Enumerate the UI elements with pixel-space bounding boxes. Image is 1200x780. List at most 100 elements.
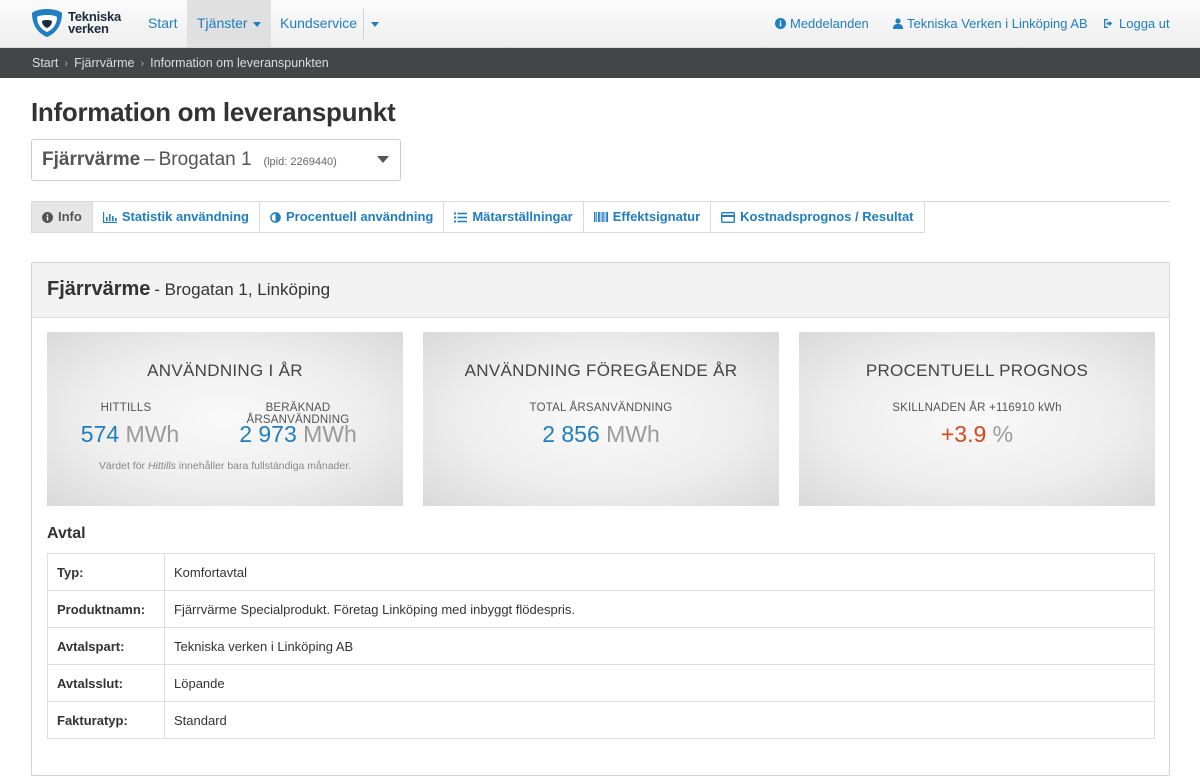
breadcrumb-start[interactable]: Start <box>32 56 58 70</box>
delivery-point-panel: Fjärrvärme - Brogatan 1, Linköping ANVÄN… <box>31 262 1170 776</box>
tab-bar: Info Statistik användning Procentuell an… <box>31 201 925 233</box>
stat-number: +3.9 <box>940 421 987 447</box>
tab-percentage-usage-label: Procentuell användning <box>285 209 434 224</box>
nav-start[interactable]: Start <box>148 0 178 47</box>
contract-table: Typ: Komfortavtal Produktnamn: Fjärrvärm… <box>47 553 1155 739</box>
nav-logout-label: Logga ut <box>1119 16 1170 31</box>
contract-key: Avtalsslut: <box>47 664 165 702</box>
nav-messages[interactable]: Meddelanden <box>775 0 869 47</box>
stat-value-estimated: 2 973 MWh <box>213 421 383 448</box>
logout-icon <box>1104 19 1113 28</box>
list-icon <box>454 212 468 222</box>
brand-logo[interactable]: Tekniska verken <box>31 8 121 38</box>
chevron-down-icon <box>252 21 261 27</box>
contract-value: Komfortavtal <box>164 553 1155 591</box>
stat-number: 2 973 <box>239 421 297 447</box>
half-circle-icon <box>270 211 281 223</box>
brand-wordmark: Tekniska verken <box>68 10 121 36</box>
contract-key: Fakturatyp: <box>47 701 165 739</box>
select-id: (lpid: 2269440) <box>263 156 337 168</box>
tab-info[interactable]: Info <box>31 201 93 233</box>
contract-value: Tekniska verken i Linköping AB <box>164 627 1155 665</box>
nav-account-label: Tekniska Verken i Linköping AB <box>907 16 1088 31</box>
stat-number: 2 856 <box>542 421 600 447</box>
contract-key: Produktnamn: <box>47 590 165 628</box>
stat-title: ANVÄNDNING I ÅR <box>147 361 303 380</box>
contract-value: Löpande <box>164 664 1155 702</box>
stat-unit: MWh <box>606 421 660 447</box>
tab-meter-readings[interactable]: Mätarställningar <box>444 201 584 233</box>
table-row: Typ: Komfortavtal <box>47 553 1155 591</box>
note-prefix: Värdet för <box>98 460 146 472</box>
delivery-point-select[interactable]: Fjärrvärme – Brogatan 1 (lpid: 2269440) <box>31 139 401 181</box>
table-row: Produktnamn: Fjärrvärme Specialprodukt. … <box>47 590 1155 628</box>
select-dash: – <box>144 149 155 170</box>
stat-usage-previous-year: ANVÄNDNING FÖREGÅENDE ÅR TOTAL ÅRSANVÄND… <box>423 332 779 506</box>
stat-unit: MWh <box>303 421 357 447</box>
chevron-down-icon <box>371 21 379 27</box>
nav-account[interactable]: Tekniska Verken i Linköping AB <box>893 0 1088 47</box>
breadcrumb-separator: › <box>64 58 69 70</box>
nav-customer-service-dropdown[interactable] <box>366 0 384 47</box>
stat-percentage-forecast: PROCENTUELL PROGNOS SKILLNADEN ÅR +11691… <box>799 332 1155 506</box>
contract-value: Fjärrvärme Specialprodukt. Företag Linkö… <box>164 590 1155 628</box>
nav-services-label: Tjänster <box>197 15 248 31</box>
nav-divider <box>363 9 364 39</box>
nav-customer-service[interactable]: Kundservice <box>280 0 357 47</box>
contract-heading: Avtal <box>47 525 86 542</box>
brand-line-2: verken <box>68 21 109 36</box>
stat-title: PROCENTUELL PROGNOS <box>865 361 1089 380</box>
stat-number: 574 <box>80 421 120 447</box>
tab-usage-statistics-label: Statistik användning <box>121 209 249 224</box>
panel-header: Fjärrvärme - Brogatan 1, Linköping <box>32 263 1169 318</box>
stat-value-forecast: +3.9 % <box>799 421 1155 448</box>
user-icon <box>893 18 903 29</box>
nav-services[interactable]: Tjänster <box>187 0 271 47</box>
contract-value: Standard <box>164 701 1155 739</box>
panel-title: Fjärrvärme <box>47 278 151 300</box>
contract-key: Avtalspart: <box>47 627 165 665</box>
tab-cost-forecast[interactable]: Kostnadsprognos / Resultat <box>711 201 925 233</box>
breadcrumb-current: Information om leveranspunkten <box>150 56 329 70</box>
select-address: Brogatan 1 <box>158 149 252 170</box>
tab-cost-forecast-label: Kostnadsprognos / Resultat <box>740 209 914 224</box>
stat-unit: MWh <box>125 421 180 447</box>
stat-unit: % <box>992 421 1014 447</box>
tab-power-signature[interactable]: Effektsignatur <box>583 201 712 233</box>
note-suffix: innehåller bara fullständiga månader. <box>178 460 352 472</box>
stat-label-difference: SKILLNADEN ÅR +116910 kWh <box>892 402 1062 414</box>
stat-value-to-date: 574 MWh <box>47 421 213 448</box>
tab-meter-readings-label: Mätarställningar <box>472 209 573 224</box>
table-row: Avtalspart: Tekniska verken i Linköping … <box>47 627 1155 665</box>
breadcrumb: Start › Fjärrvärme › Information om leverans… <box>0 48 1200 78</box>
stat-title: ANVÄNDNING FÖREGÅENDE ÅR <box>464 361 738 380</box>
stat-usage-this-year: ANVÄNDNING I ÅR HITTILLS 574 MWh BERÄKNA… <box>47 332 403 506</box>
stat-label-total: TOTAL ÅRSANVÄNDNING <box>529 402 673 414</box>
select-product: Fjärrvärme <box>42 149 141 170</box>
tab-percentage-usage[interactable]: Procentuell användning <box>259 201 445 233</box>
nav-logout[interactable]: Logga ut <box>1103 0 1170 47</box>
table-row: Fakturatyp: Standard <box>47 701 1155 739</box>
page-title: Information om leveranspunkt <box>31 97 396 127</box>
tab-power-signature-label: Effektsignatur <box>612 209 701 224</box>
breadcrumb-separator: › <box>140 58 145 70</box>
stat-label-to-date: HITTILLS <box>100 402 152 414</box>
bar-chart-icon <box>102 211 117 223</box>
barcode-icon <box>593 212 608 222</box>
nav-messages-label: Meddelanden <box>790 16 869 31</box>
note-emphasis: Hittills <box>147 460 176 472</box>
table-row: Avtalsslut: Löpande <box>47 664 1155 702</box>
info-circle-icon <box>775 18 786 29</box>
top-navbar: Tekniska verken Start Tjänster Kundservi… <box>0 0 1200 48</box>
panel-subtitle: - Brogatan 1, Linköping <box>154 280 331 299</box>
credit-card-icon <box>721 211 736 223</box>
shield-logo-icon <box>32 9 62 37</box>
contract-key: Typ: <box>47 553 165 591</box>
breadcrumb-district-heating[interactable]: Fjärrvärme <box>74 56 134 70</box>
tab-info-label: Info <box>58 209 82 224</box>
tab-usage-statistics[interactable]: Statistik användning <box>92 201 260 233</box>
info-icon <box>42 211 53 223</box>
stat-note: Värdet för Hittills innehåller bara full… <box>47 460 403 472</box>
stat-value-total: 2 856 MWh <box>423 421 779 448</box>
dropdown-arrow-icon <box>377 156 389 163</box>
